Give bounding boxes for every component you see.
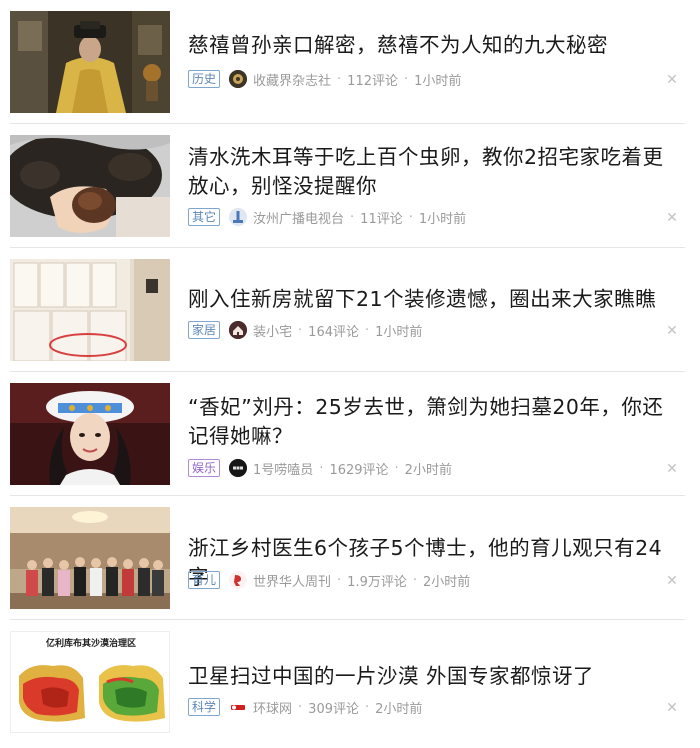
comment-count: 1629评论	[329, 462, 389, 478]
meta-separator: ·	[319, 460, 324, 476]
publish-time: 1小时前	[414, 73, 462, 89]
tv-station-avatar-icon	[229, 208, 248, 226]
magazine-avatar-icon	[229, 70, 248, 88]
source-name[interactable]: 环球网	[253, 698, 292, 717]
category-tag: 历史	[188, 70, 221, 88]
article-title[interactable]: 清水洗木耳等于吃上百个虫卵，教你2招宅家吃着更放心，别怪没提醒你	[188, 143, 678, 201]
cabinet-room-photo[interactable]	[10, 259, 170, 361]
article-meta: 育儿 世界华人周刊 · 1.9万评论 · 2小时前	[188, 570, 470, 590]
article-meta: 家居 装小宅 · 164评论 · 1小时前	[188, 320, 422, 340]
comment-count: 112评论	[347, 73, 398, 89]
actress-costume-photo[interactable]	[10, 383, 170, 485]
wood-ear-mushroom-photo[interactable]	[10, 135, 170, 237]
article-title[interactable]: “香妃”刘丹：25岁去世，箫剑为她扫墓20年，你还记得她嘛？	[188, 393, 678, 451]
meta-separator: ·	[337, 71, 342, 87]
meta-separator: ·	[298, 322, 303, 338]
article-meta: 娱乐 1号唠嗑员 · 1629评论 · 2小时前	[188, 458, 452, 478]
feed-item[interactable]: “香妃”刘丹：25岁去世，箫剑为她扫墓20年，你还记得她嘛？ 娱乐 1号唠嗑员 …	[0, 372, 700, 496]
article-meta: 其它 汝州广播电视台 · 11评论 · 1小时前	[188, 207, 466, 227]
category-tag: 科学	[188, 698, 221, 716]
empress-portrait-photo[interactable]	[10, 11, 170, 113]
feed-item[interactable]: 清水洗木耳等于吃上百个虫卵，教你2招宅家吃着更放心，别怪没提醒你 其它 汝州广播…	[0, 124, 700, 248]
comment-count: 11评论	[360, 211, 403, 227]
meta-separator: ·	[298, 699, 303, 715]
meta-separator: ·	[412, 572, 417, 588]
article-title[interactable]: 慈禧曾孙亲口解密，慈禧不为人知的九大秘密	[188, 31, 678, 60]
article-meta: 历史 收藏界杂志社 · 112评论 · 1小时前	[188, 69, 461, 89]
comment-count: 1.9万评论	[347, 574, 407, 590]
meta-separator: ·	[350, 209, 355, 225]
meta-separator: ·	[394, 460, 399, 476]
source-name[interactable]: 世界华人周刊	[253, 571, 331, 590]
chat-avatar-icon	[229, 459, 248, 477]
meta-separator: ·	[337, 572, 342, 588]
source-name[interactable]: 收藏界杂志社	[253, 70, 331, 89]
comment-count: 309评论	[308, 701, 359, 717]
source-name[interactable]: 1号唠嗑员	[253, 459, 313, 478]
close-icon[interactable]: ✕	[666, 462, 678, 476]
map-caption: 亿利库布其沙漠治理区	[46, 637, 136, 649]
huanqiu-avatar-icon	[229, 698, 248, 716]
meta-separator: ·	[408, 209, 413, 225]
close-icon[interactable]: ✕	[666, 73, 678, 87]
comment-count: 164评论	[308, 324, 359, 340]
category-tag: 家居	[188, 321, 221, 339]
feed-item[interactable]: 亿利库布其沙漠治理区 卫星扫过中国的一片沙漠 外国专家都惊讶了 科学 环球网 ·…	[0, 620, 700, 748]
publish-time: 1小时前	[375, 324, 423, 340]
desert-map-image[interactable]: 亿利库布其沙漠治理区	[10, 631, 170, 733]
weekly-avatar-icon	[229, 571, 248, 589]
publish-time: 2小时前	[404, 462, 452, 478]
feed-item[interactable]: 慈禧曾孙亲口解密，慈禧不为人知的九大秘密 历史 收藏界杂志社 · 112评论 ·…	[0, 0, 700, 124]
source-name[interactable]: 装小宅	[253, 321, 292, 340]
close-icon[interactable]: ✕	[666, 211, 678, 225]
meta-separator: ·	[365, 699, 370, 715]
meta-separator: ·	[404, 71, 409, 87]
article-meta: 科学 环球网 · 309评论 · 2小时前	[188, 697, 422, 717]
close-icon[interactable]: ✕	[666, 701, 678, 715]
article-title[interactable]: 刚入住新房就留下21个装修遗憾，圈出来大家瞧瞧	[188, 285, 678, 314]
category-tag: 其它	[188, 208, 221, 226]
feed-item[interactable]: 浙江乡村医生6个孩子5个博士，他的育儿观只有24字 育儿 世界华人周刊 · 1.…	[0, 496, 700, 620]
feed-item[interactable]: 刚入住新房就留下21个装修遗憾，圈出来大家瞧瞧 家居 装小宅 · 164评论 ·…	[0, 248, 700, 372]
close-icon[interactable]: ✕	[666, 574, 678, 588]
house-avatar-icon	[229, 321, 248, 339]
publish-time: 2小时前	[423, 574, 471, 590]
family-group-photo[interactable]	[10, 507, 170, 609]
source-name[interactable]: 汝州广播电视台	[253, 208, 344, 227]
category-tag: 娱乐	[188, 459, 221, 477]
article-title[interactable]: 卫星扫过中国的一片沙漠 外国专家都惊讶了	[188, 662, 678, 691]
close-icon[interactable]: ✕	[666, 324, 678, 338]
publish-time: 1小时前	[418, 211, 467, 227]
news-feed: 慈禧曾孙亲口解密，慈禧不为人知的九大秘密 历史 收藏界杂志社 · 112评论 ·…	[0, 0, 700, 748]
category-tag: 育儿	[188, 571, 221, 589]
publish-time: 2小时前	[375, 701, 423, 717]
meta-separator: ·	[365, 322, 370, 338]
